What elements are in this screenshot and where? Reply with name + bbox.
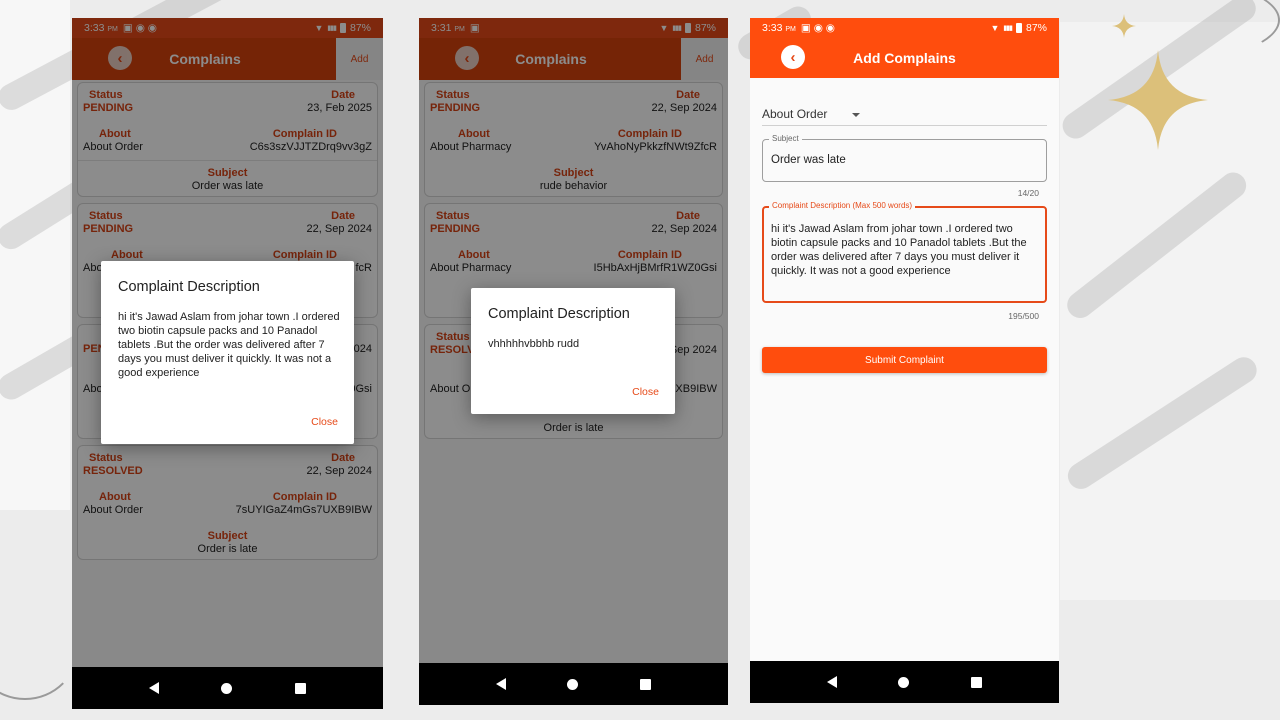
nav-recent-icon[interactable] <box>294 682 306 694</box>
category-value: About Order <box>762 107 828 121</box>
sparkle-icon <box>1108 50 1208 150</box>
battery-level: 87% <box>1025 22 1047 34</box>
notification-icon: ▣ ◉ ◉ <box>800 22 835 34</box>
status-time: 3:33 PM <box>762 22 796 34</box>
description-field-value: hi it's Jawad Aslam from johar town .I o… <box>771 223 1027 277</box>
submit-complaint-button[interactable]: Submit Complaint <box>762 347 1047 373</box>
phone-screen-complains-list-1: 3:33 PM ▣ ◉ ◉ ▼ ▮▮▮ 87% ‹ Complains Add … <box>72 18 383 709</box>
system-nav-bar <box>72 667 383 709</box>
sparkle-icon <box>1112 14 1136 38</box>
nav-back-icon[interactable] <box>495 678 506 690</box>
dropdown-caret-icon <box>852 113 860 117</box>
signal-icon: ▮▮▮ <box>1003 25 1013 32</box>
nav-back-icon[interactable] <box>826 676 837 688</box>
app-bar: ‹ Add Complains <box>750 38 1059 78</box>
wifi-icon: ▼ <box>990 23 1000 33</box>
system-nav-bar <box>419 663 728 705</box>
complaint-description-dialog: Complaint Description hi it's Jawad Asla… <box>101 261 354 444</box>
system-nav-bar <box>750 661 1059 703</box>
page-title: Add Complains <box>853 50 956 66</box>
subject-char-counter: 14/20 <box>1017 188 1039 198</box>
description-field-label: Complaint Description (Max 500 words) <box>769 201 916 210</box>
close-button[interactable]: Close <box>311 416 338 428</box>
phone-screen-add-complaint: 3:33 PM ▣ ◉ ◉ ▼ ▮▮▮ 87% ‹ Add Complains … <box>750 18 1059 703</box>
nav-home-icon[interactable] <box>567 678 579 690</box>
nav-back-icon[interactable] <box>149 682 160 694</box>
subject-field[interactable]: Subject Order was late <box>762 134 1047 182</box>
description-field[interactable]: Complaint Description (Max 500 words) hi… <box>762 201 1047 303</box>
dialog-title: Complaint Description <box>488 306 630 322</box>
status-period: PM <box>785 26 796 33</box>
phone-screen-complains-list-2: 3:31 PM ▣ ▼ ▮▮▮ 87% ‹ Complains Add Stat… <box>419 18 728 705</box>
nav-recent-icon[interactable] <box>640 678 652 690</box>
description-char-counter: 195/500 <box>1008 311 1039 321</box>
status-time-value: 3:33 <box>762 22 783 34</box>
nav-home-icon[interactable] <box>898 676 910 688</box>
subject-field-label: Subject <box>769 134 802 143</box>
nav-recent-icon[interactable] <box>971 676 983 688</box>
nav-home-icon[interactable] <box>221 682 233 694</box>
close-button[interactable]: Close <box>632 386 659 398</box>
decorative-curve <box>0 590 80 700</box>
subject-field-value: Order was late <box>771 154 846 166</box>
complaint-description-dialog: Complaint Description vhhhhhvbbhb rudd C… <box>471 288 675 414</box>
category-select[interactable]: About Order <box>762 104 1047 126</box>
dialog-title: Complaint Description <box>118 279 260 295</box>
battery-icon <box>1015 23 1022 33</box>
dialog-body: vhhhhhvbbhb rudd <box>488 338 580 350</box>
dialog-body: hi it's Jawad Aslam from johar town .I o… <box>118 311 340 379</box>
status-bar: 3:33 PM ▣ ◉ ◉ ▼ ▮▮▮ 87% <box>750 18 1059 38</box>
